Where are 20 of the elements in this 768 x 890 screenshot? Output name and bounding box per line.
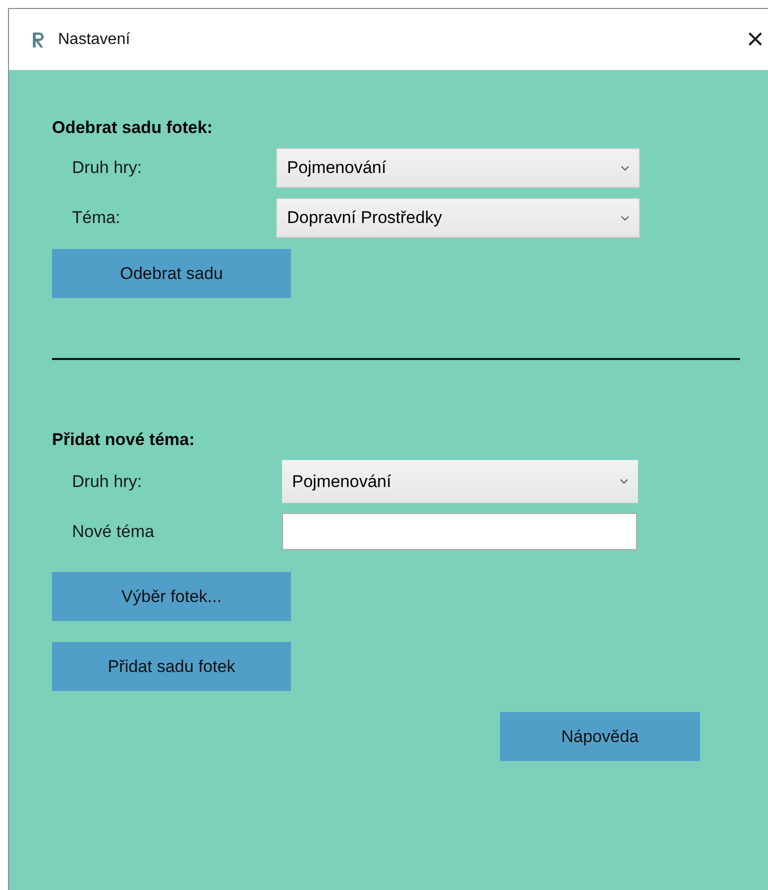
dropdown[interactable]: Pojmenování (282, 460, 638, 503)
caret-icon (621, 216, 629, 220)
action-button[interactable]: Výběr fotek... (52, 572, 291, 621)
field-label: Druh hry: (71, 158, 143, 178)
section-heading: Přidat nové téma: (52, 430, 196, 450)
app-logo-icon (31, 30, 46, 48)
field-label: Téma: (71, 208, 122, 228)
action-button[interactable]: Odebrat sadu (52, 249, 291, 298)
dropdown[interactable]: Dopravní Prostředky (276, 198, 640, 238)
caret-icon (620, 479, 628, 484)
caret-icon (621, 166, 629, 170)
window-title: Nastavení (58, 30, 130, 48)
section-heading: Odebrat sadu fotek: (52, 118, 214, 138)
field-label: Nové téma (71, 522, 156, 542)
field-label: Druh hry: (71, 472, 143, 492)
help-button[interactable]: Nápověda (500, 712, 700, 761)
text-field[interactable] (282, 513, 637, 550)
close-button[interactable]: × (742, 24, 768, 54)
action-button[interactable]: Přidat sadu fotek (52, 642, 291, 691)
dropdown[interactable]: Pojmenování (276, 148, 640, 188)
